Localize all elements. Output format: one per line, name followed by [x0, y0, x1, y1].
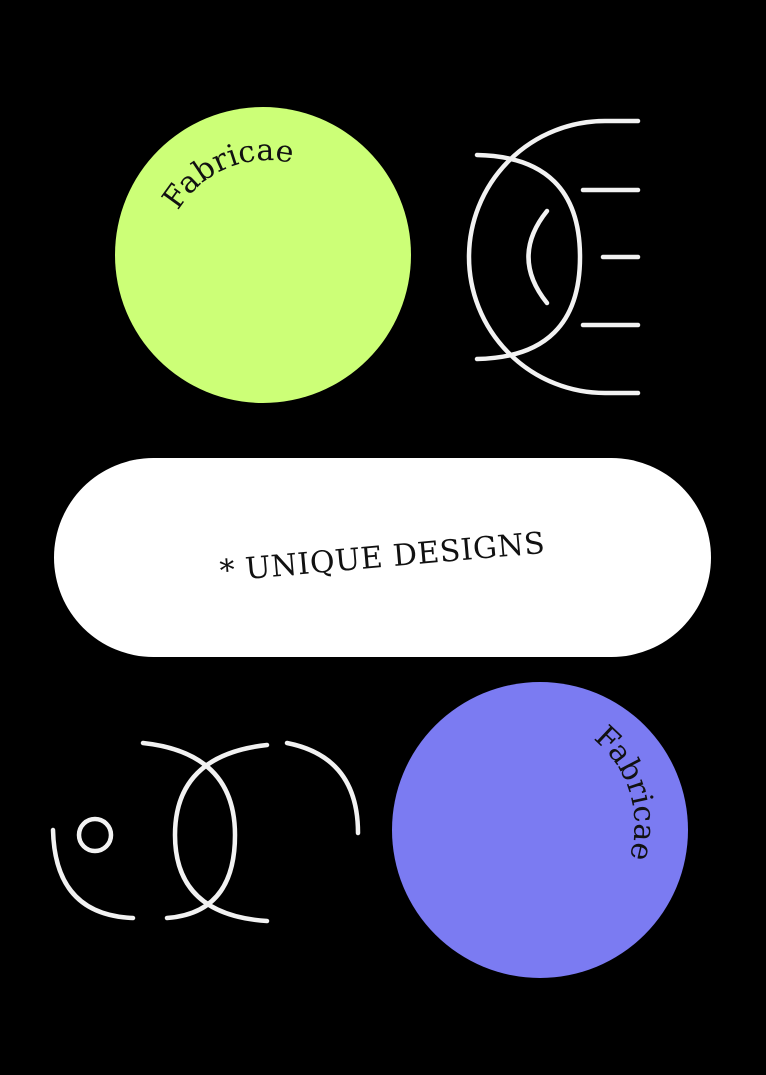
brand-name-top: Fabricae	[156, 133, 296, 215]
bottom-brand-arc: Fabricae	[588, 719, 662, 864]
top-brand-arc: Fabricae	[156, 133, 296, 215]
dot-intersecting-arcs-emblem-icon	[50, 740, 361, 924]
brand-name-bottom: Fabricae	[588, 719, 662, 864]
tagline-pill: * UNIQUE DESIGNS	[54, 458, 711, 657]
tagline-text: * UNIQUE DESIGNS	[218, 525, 547, 590]
eye-lines-emblem-icon	[466, 118, 641, 396]
poster: Fabricae * UNIQUE DESIGNS Fabricae	[0, 0, 766, 1075]
